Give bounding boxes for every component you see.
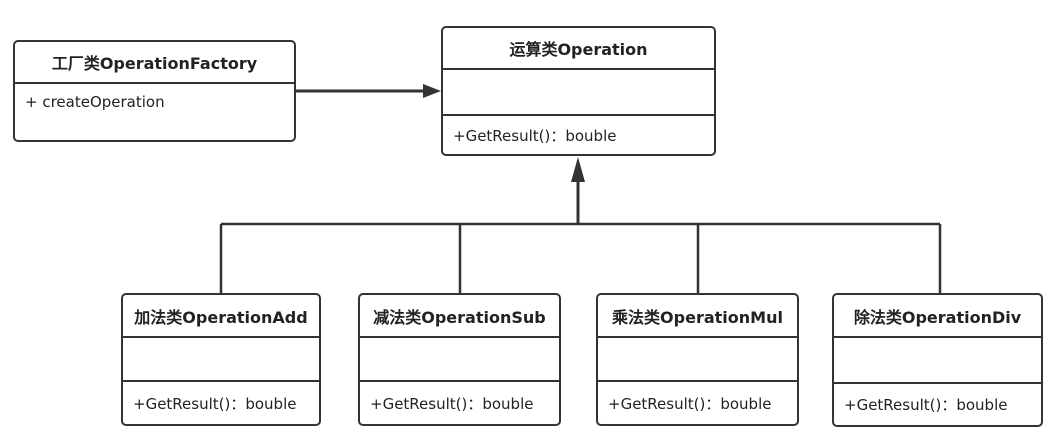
class-operation[interactable]: 运算类Operation +GetResult()：bouble <box>441 26 716 156</box>
class-attributes <box>443 70 714 116</box>
class-name: 除法类OperationDiv <box>834 295 1041 338</box>
class-attributes <box>598 338 797 382</box>
class-name: 乘法类OperationMul <box>598 295 797 338</box>
uml-class-diagram: 工厂类OperationFactory + createOperation 运算… <box>0 0 1059 437</box>
class-operation-add[interactable]: 加法类OperationAdd +GetResult()：bouble <box>121 293 321 426</box>
inheritance-arrowhead <box>571 157 585 182</box>
class-method: + createOperation <box>25 93 165 111</box>
class-name: 加法类OperationAdd <box>123 295 319 338</box>
class-method: +GetResult()：bouble <box>453 126 617 145</box>
class-method: +GetResult()：bouble <box>608 394 772 413</box>
class-attributes <box>834 338 1041 384</box>
class-name: 运算类Operation <box>443 28 714 70</box>
class-operation-mul[interactable]: 乘法类OperationMul +GetResult()：bouble <box>596 293 799 426</box>
class-operation-div[interactable]: 除法类OperationDiv +GetResult()：bouble <box>832 293 1043 427</box>
class-attributes <box>360 338 559 382</box>
association-arrowhead <box>423 84 441 98</box>
class-method: +GetResult()：bouble <box>133 394 297 413</box>
class-attributes <box>123 338 319 382</box>
class-operation-factory[interactable]: 工厂类OperationFactory + createOperation <box>13 40 296 142</box>
class-method: +GetResult()：bouble <box>844 396 1008 414</box>
class-name: 减法类OperationSub <box>360 295 559 338</box>
class-method: +GetResult()：bouble <box>370 394 534 413</box>
class-name: 工厂类OperationFactory <box>15 42 294 84</box>
class-operation-sub[interactable]: 减法类OperationSub +GetResult()：bouble <box>358 293 561 426</box>
